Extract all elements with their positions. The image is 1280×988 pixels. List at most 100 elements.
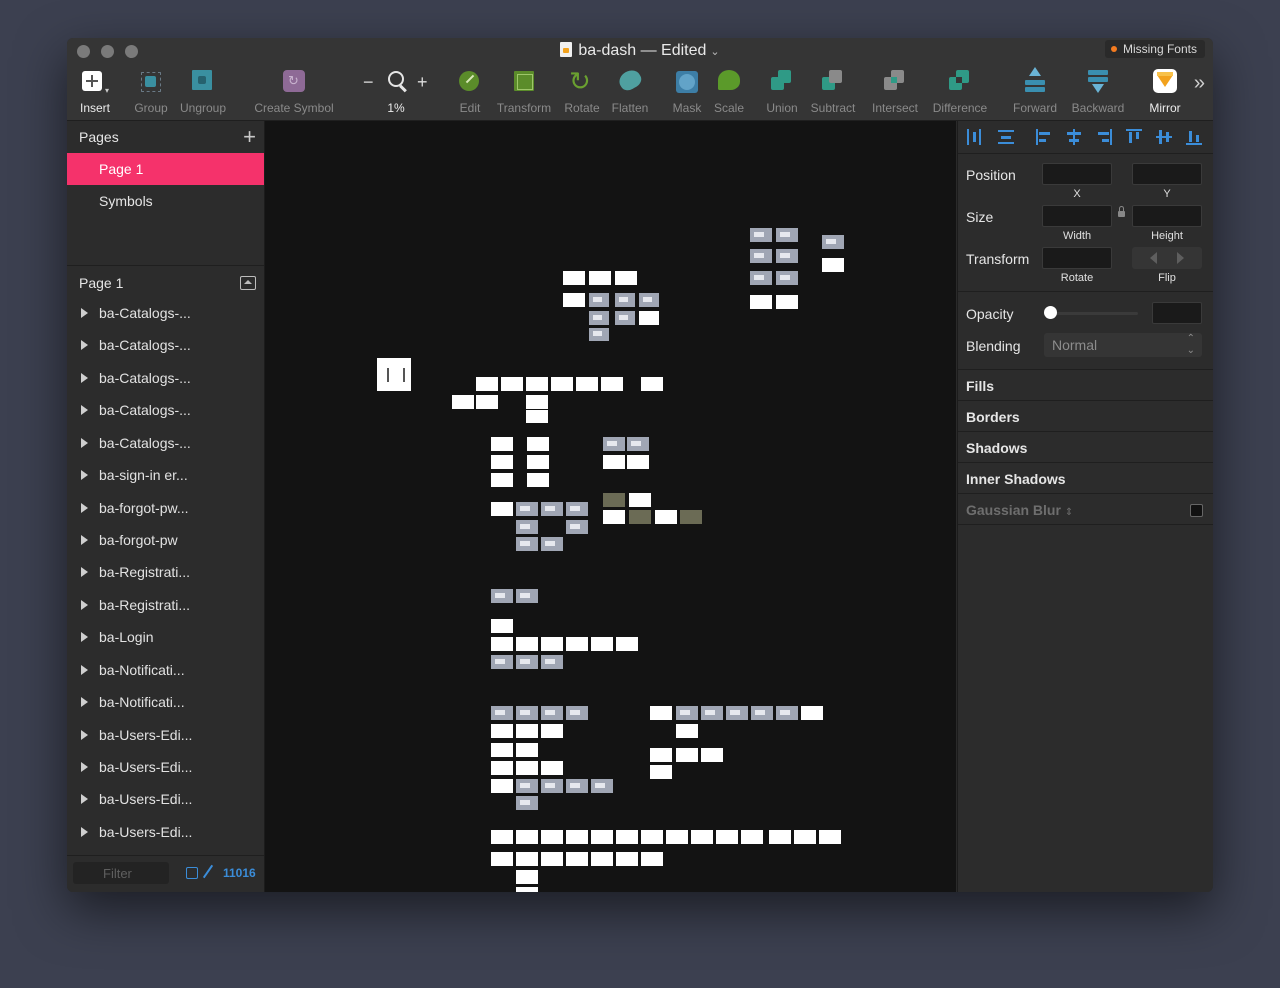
artboard[interactable] bbox=[491, 830, 513, 844]
artboard[interactable] bbox=[591, 830, 613, 844]
gaussian-blur-section[interactable]: Gaussian Blur ⇕ bbox=[966, 502, 1073, 518]
flip-horizontal-icon[interactable] bbox=[1150, 252, 1157, 264]
artboard[interactable] bbox=[615, 311, 635, 325]
artboard[interactable] bbox=[516, 520, 538, 534]
artboard[interactable] bbox=[639, 293, 659, 307]
artboard[interactable] bbox=[716, 830, 738, 844]
artboard[interactable] bbox=[819, 830, 841, 844]
canvas-widget[interactable] bbox=[377, 358, 411, 391]
artboard[interactable] bbox=[650, 765, 672, 779]
artboard[interactable] bbox=[491, 743, 513, 757]
layer-item[interactable]: ba-Users-Edi... bbox=[67, 751, 264, 783]
layer-item[interactable]: ba-Catalogs-... bbox=[67, 362, 264, 394]
artboard[interactable] bbox=[516, 887, 538, 892]
artboard[interactable] bbox=[750, 295, 772, 309]
artboard[interactable] bbox=[603, 510, 625, 524]
artboard[interactable] bbox=[541, 761, 563, 775]
disclosure-triangle-icon[interactable] bbox=[81, 600, 88, 610]
artboard[interactable] bbox=[516, 870, 538, 884]
zoom-in-button[interactable]: + bbox=[417, 72, 428, 93]
layer-item[interactable]: ba-Catalogs-... bbox=[67, 427, 264, 459]
artboard[interactable] bbox=[491, 761, 513, 775]
artboard[interactable] bbox=[541, 779, 563, 793]
artboard[interactable] bbox=[701, 706, 723, 720]
disclosure-triangle-icon[interactable] bbox=[81, 340, 88, 350]
artboard[interactable] bbox=[591, 637, 613, 651]
canvas[interactable] bbox=[265, 121, 956, 892]
layer-item[interactable]: ba-Catalogs-... bbox=[67, 394, 264, 426]
layer-filter-input[interactable] bbox=[73, 862, 169, 884]
inner-shadows-section[interactable]: Inner Shadows bbox=[966, 471, 1066, 487]
layer-item[interactable]: ba-Users-Edi... bbox=[67, 783, 264, 815]
artboard[interactable] bbox=[491, 619, 513, 633]
artboard[interactable] bbox=[750, 228, 772, 242]
artboard[interactable] bbox=[476, 395, 498, 409]
artboard[interactable] bbox=[641, 377, 663, 391]
artboard[interactable] bbox=[801, 706, 823, 720]
artboard[interactable] bbox=[776, 249, 798, 263]
artboard[interactable] bbox=[516, 779, 538, 793]
artboard[interactable] bbox=[589, 311, 609, 325]
artboard[interactable] bbox=[627, 455, 649, 469]
align-vertical-center-icon[interactable] bbox=[1156, 129, 1172, 145]
transform-button[interactable]: Transform bbox=[493, 68, 555, 118]
artboard[interactable] bbox=[551, 377, 573, 391]
artboard[interactable] bbox=[676, 748, 698, 762]
artboard[interactable] bbox=[629, 510, 651, 524]
disclosure-triangle-icon[interactable] bbox=[81, 567, 88, 577]
artboard[interactable] bbox=[527, 455, 549, 469]
opacity-slider-track[interactable] bbox=[1046, 312, 1138, 315]
layer-item[interactable]: ba-Catalogs-... bbox=[67, 297, 264, 329]
disclosure-triangle-icon[interactable] bbox=[81, 503, 88, 513]
artboard[interactable] bbox=[616, 637, 638, 651]
subtract-button[interactable]: Subtract bbox=[807, 68, 859, 118]
artboard[interactable] bbox=[822, 235, 844, 249]
zoom-out-button[interactable]: − bbox=[363, 72, 374, 93]
layer-item[interactable]: ba-Notificati... bbox=[67, 654, 264, 686]
intersect-button[interactable]: Intersect bbox=[868, 68, 922, 118]
artboard[interactable] bbox=[491, 637, 513, 651]
artboard[interactable] bbox=[641, 852, 663, 866]
artboard[interactable] bbox=[526, 410, 548, 423]
layer-item[interactable]: ba-Users-Edi... bbox=[67, 719, 264, 751]
layer-item[interactable]: ba-forgot-pw... bbox=[67, 492, 264, 524]
disclosure-triangle-icon[interactable] bbox=[81, 632, 88, 642]
artboard[interactable] bbox=[676, 706, 698, 720]
artboard[interactable] bbox=[541, 637, 563, 651]
artboard[interactable] bbox=[822, 258, 844, 272]
artboard[interactable] bbox=[691, 830, 713, 844]
artboard[interactable] bbox=[591, 779, 613, 793]
artboard[interactable] bbox=[516, 637, 538, 651]
artboard[interactable] bbox=[541, 502, 563, 516]
rotate-input[interactable] bbox=[1042, 247, 1112, 269]
artboard[interactable] bbox=[589, 328, 609, 341]
artboard[interactable] bbox=[794, 830, 816, 844]
artboard[interactable] bbox=[601, 377, 623, 391]
artboard[interactable] bbox=[676, 724, 698, 738]
union-button[interactable]: Union bbox=[764, 68, 800, 118]
artboard[interactable] bbox=[491, 473, 513, 487]
artboard[interactable] bbox=[516, 761, 538, 775]
artboard[interactable] bbox=[491, 706, 513, 720]
artboard[interactable] bbox=[541, 830, 563, 844]
artboard[interactable] bbox=[516, 852, 538, 866]
artboard[interactable] bbox=[603, 455, 625, 469]
artboard[interactable] bbox=[526, 395, 548, 409]
layer-item[interactable]: ba-Login bbox=[67, 621, 264, 653]
artboard[interactable] bbox=[491, 455, 513, 469]
layer-item[interactable]: ba-Catalogs-... bbox=[67, 329, 264, 361]
position-x-input[interactable] bbox=[1042, 163, 1112, 185]
artboard[interactable] bbox=[516, 830, 538, 844]
shadows-section[interactable]: Shadows bbox=[966, 440, 1027, 456]
artboard[interactable] bbox=[541, 537, 563, 551]
fills-section[interactable]: Fills bbox=[966, 378, 994, 394]
brush-icon[interactable] bbox=[202, 864, 214, 879]
position-y-input[interactable] bbox=[1132, 163, 1202, 185]
toolbar-overflow-button[interactable]: » bbox=[1194, 72, 1205, 95]
artboard[interactable] bbox=[726, 706, 748, 720]
layer-item[interactable]: ba-Registrati... bbox=[67, 589, 264, 621]
artboard[interactable] bbox=[566, 520, 588, 534]
disclosure-triangle-icon[interactable] bbox=[81, 373, 88, 383]
artboard[interactable] bbox=[776, 706, 798, 720]
add-page-button[interactable]: + bbox=[243, 126, 256, 148]
